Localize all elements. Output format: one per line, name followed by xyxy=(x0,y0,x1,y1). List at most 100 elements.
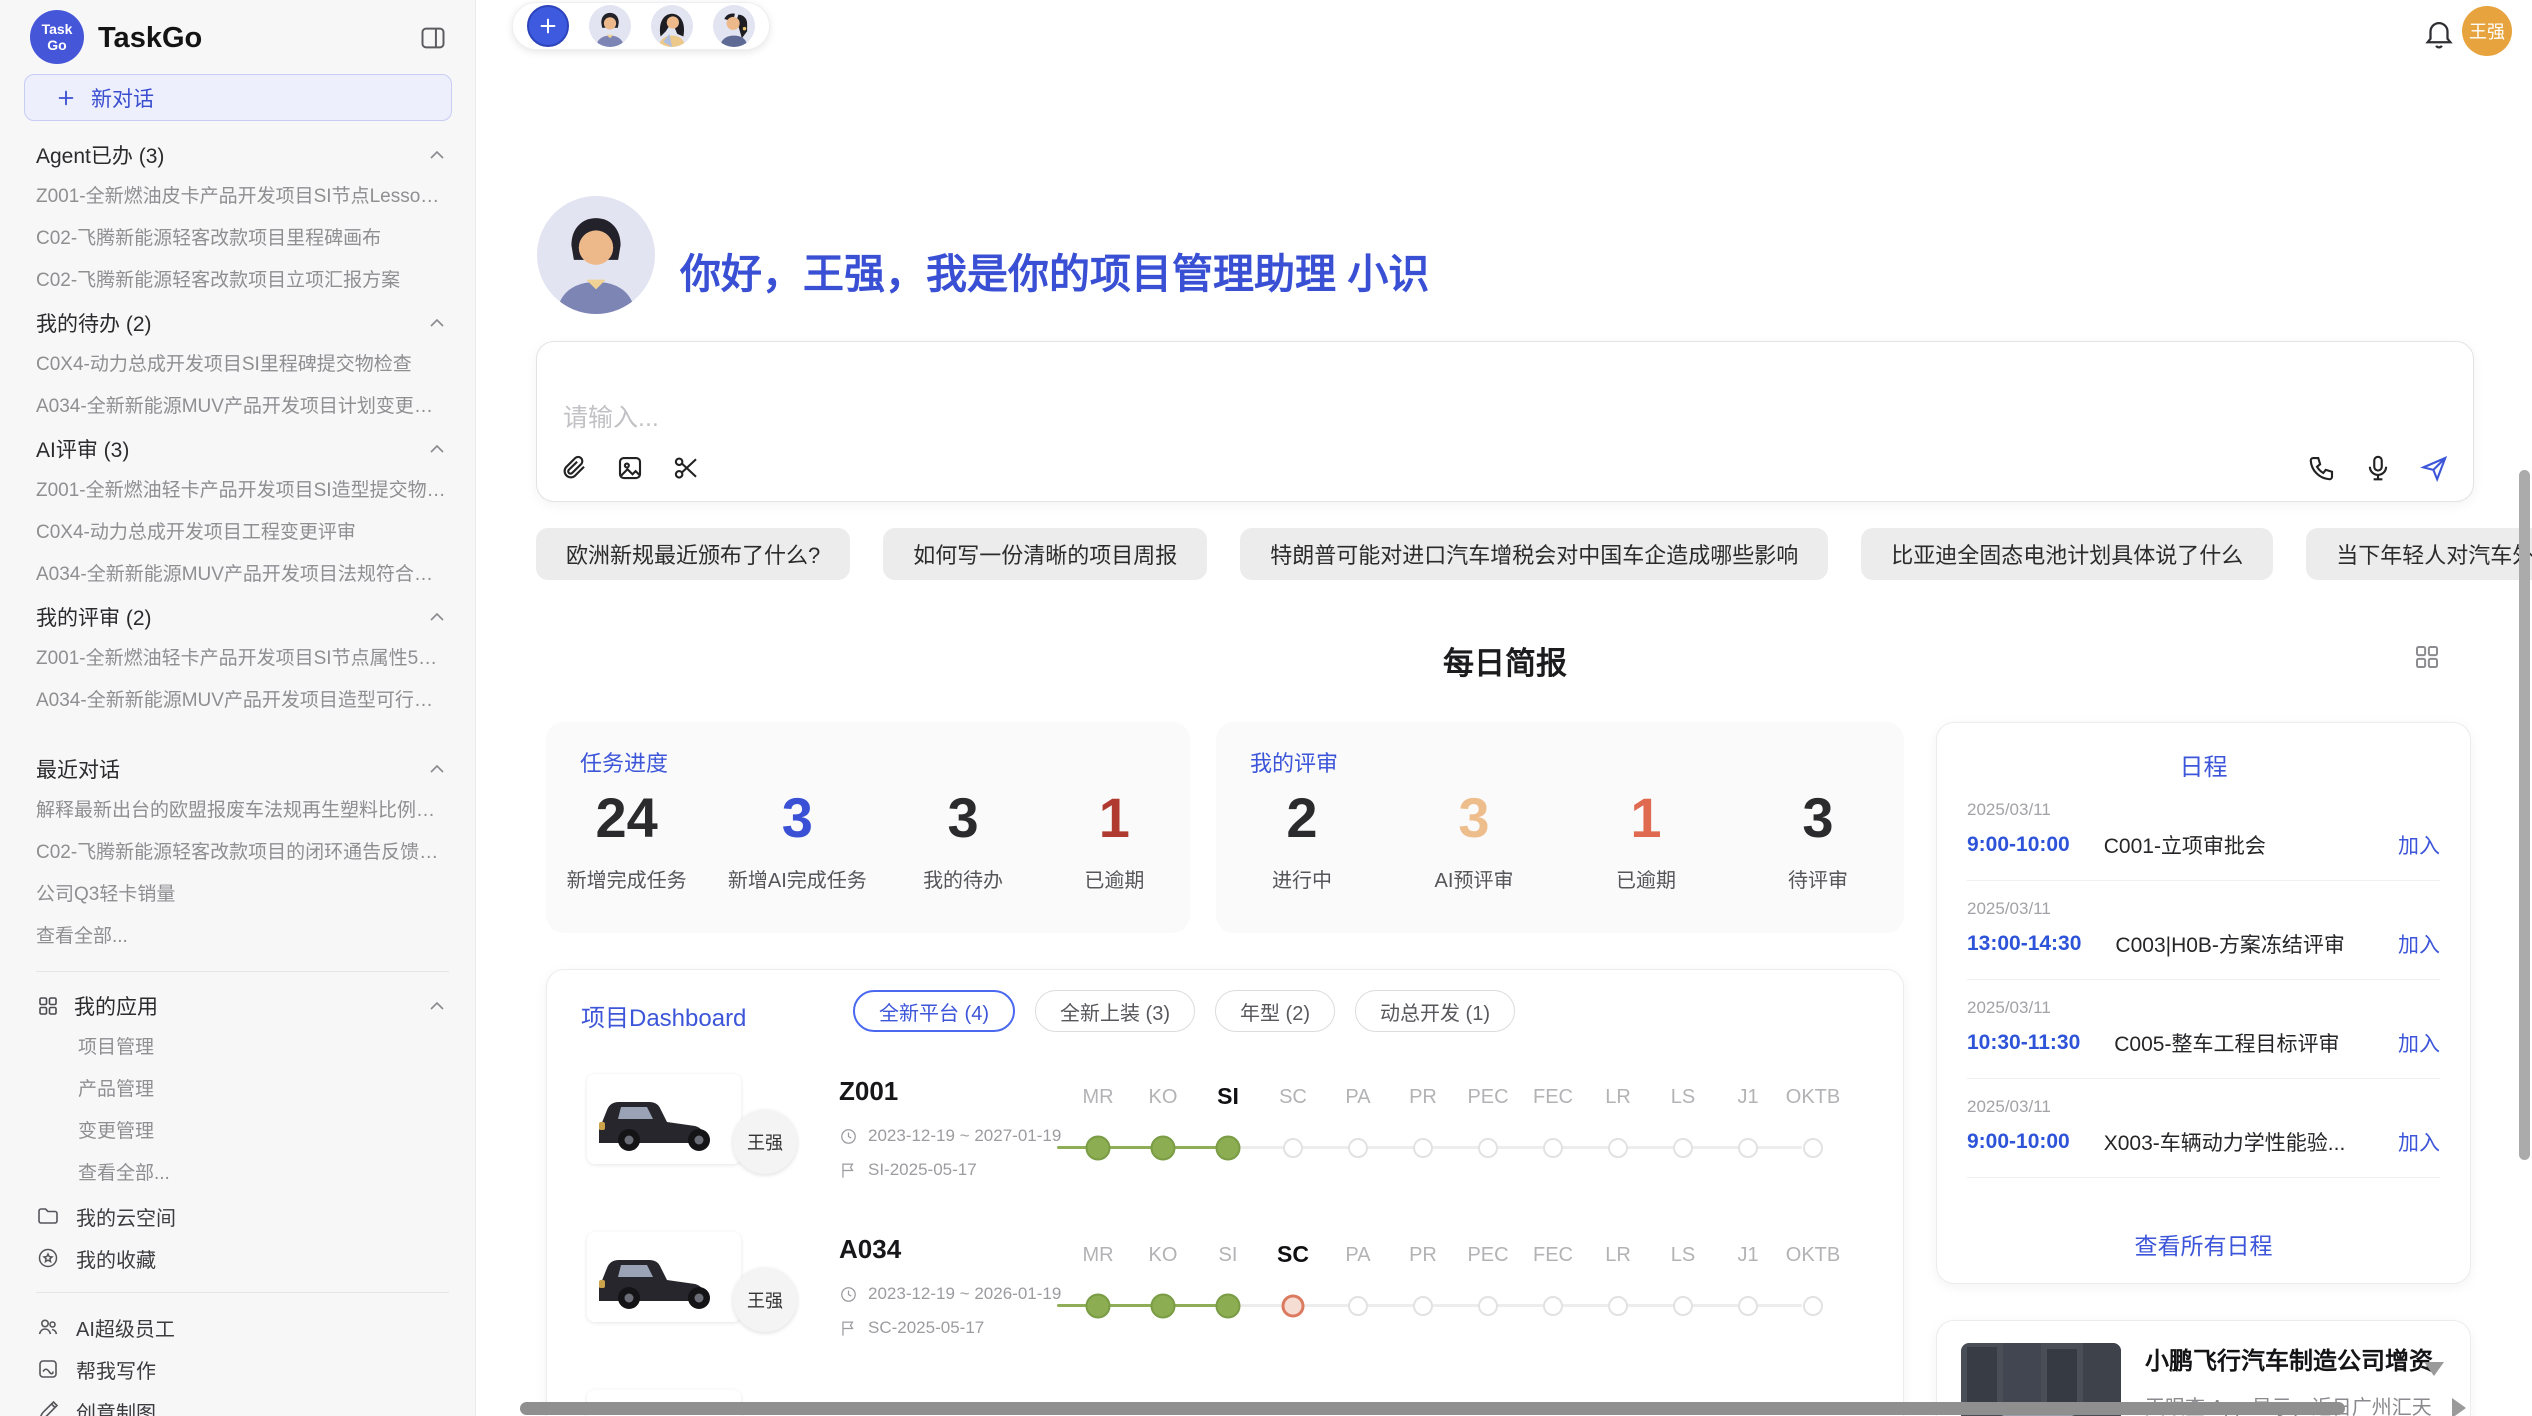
scroll-down-arrow-icon[interactable] xyxy=(2424,1362,2444,1376)
vertical-scrollbar[interactable] xyxy=(2519,470,2530,1160)
member-avatar[interactable] xyxy=(589,5,631,47)
view-all-recent-link[interactable]: 查看全部... xyxy=(36,916,449,958)
member-avatar[interactable] xyxy=(651,5,693,47)
sidebar-apps-header-label: 我的应用 xyxy=(36,991,425,1021)
stat-label: AI预评审 xyxy=(1419,864,1529,893)
suggestion-chip[interactable]: 特朗普可能对进口汽车增税会对中国车企造成哪些影响 xyxy=(1240,528,1828,580)
image-icon[interactable] xyxy=(615,453,645,483)
milestone-dot xyxy=(1738,1138,1758,1158)
sidebar-item[interactable]: C0X4-动力总成开发项目SI里程碑提交物检查 xyxy=(36,344,449,386)
stat-value: 3 xyxy=(908,790,1018,846)
dashboard-filter-chip[interactable]: 全新平台 (4) xyxy=(853,990,1015,1032)
new-chat-button[interactable]: 新对话 xyxy=(24,74,452,121)
sidebar-item-favorites[interactable]: 我的收藏 xyxy=(36,1237,449,1279)
layout-grid-icon[interactable] xyxy=(2412,642,2442,672)
join-link[interactable]: 加入 xyxy=(2398,929,2440,959)
sidebar-recent-header[interactable]: 最近对话 xyxy=(36,748,449,790)
stat-label: 进行中 xyxy=(1247,864,1357,893)
suggestion-chip[interactable]: 如何写一份清晰的项目周报 xyxy=(883,528,1207,580)
send-icon[interactable] xyxy=(2419,453,2449,483)
divider xyxy=(36,971,449,972)
new-session-button[interactable] xyxy=(527,5,569,47)
divider xyxy=(1967,979,2440,980)
schedule-event: 2025/03/1113:00-14:30C003|H0B-方案冻结评审加入 xyxy=(1967,899,2440,959)
notifications-bell-icon[interactable] xyxy=(2422,16,2456,50)
session-pillbar xyxy=(512,2,770,50)
app-item[interactable]: 变更管理 xyxy=(36,1111,449,1153)
join-link[interactable]: 加入 xyxy=(2398,1028,2440,1058)
sidebar-item[interactable]: A034-全新新能源MUV产品开发项目造型可行性评审 xyxy=(36,680,449,722)
recent-chat-item[interactable]: 公司Q3轻卡销量 xyxy=(36,874,449,916)
clock-icon xyxy=(839,1285,858,1304)
chevron-up-icon xyxy=(425,994,449,1018)
app-item[interactable]: 项目管理 xyxy=(36,1027,449,1069)
project-dashboard-card: 项目Dashboard 全新平台 (4)全新上装 (3)年型 (2)动总开发 (… xyxy=(546,969,1904,1416)
sidebar-section-header[interactable]: 我的评审 (2) xyxy=(36,596,449,638)
milestone-dot xyxy=(1413,1138,1433,1158)
suggestion-chip[interactable]: 比亚迪全固态电池计划具体说了什么 xyxy=(1861,528,2273,580)
stat-value: 2 xyxy=(1247,790,1357,846)
sidebar-tool[interactable]: 创意制图 xyxy=(36,1390,449,1416)
view-all-apps-link[interactable]: 查看全部... xyxy=(36,1153,449,1195)
project-row: 王强Z0012023-12-19 ~ 2027-01-19SI-2025-05-… xyxy=(547,1062,1903,1220)
event-date: 2025/03/11 xyxy=(1967,998,2440,1018)
sidebar-section-header-label: 我的待办 (2) xyxy=(36,308,425,338)
scissors-icon[interactable] xyxy=(671,453,701,483)
sidebar-item[interactable]: Z001-全新燃油皮卡产品开发项目SI节点Lesson Learn报告 xyxy=(36,176,449,218)
milestone-dot xyxy=(1348,1138,1368,1158)
mic-icon[interactable] xyxy=(2363,453,2393,483)
milestone-dot xyxy=(1803,1296,1823,1316)
project-flag-date: SI-2025-05-17 xyxy=(839,1160,977,1180)
event-name: C003|H0B-方案冻结评审 xyxy=(2115,929,2382,959)
sidebar-tool[interactable]: AI超级员工 xyxy=(36,1306,449,1348)
recent-chat-item[interactable]: 解释最新出台的欧盟报废车法规再生塑料比例被调至15%... xyxy=(36,790,449,832)
chevron-up-icon xyxy=(425,311,449,335)
sidebar-toggle-icon[interactable] xyxy=(419,24,447,52)
composer-actions xyxy=(2307,453,2449,483)
milestone-track-done xyxy=(1057,1146,1236,1149)
horizontal-scrollbar[interactable] xyxy=(520,1402,2345,1415)
sidebar-tool[interactable]: 帮我写作 xyxy=(36,1348,449,1390)
chat-composer[interactable]: 请输入... xyxy=(536,341,2474,502)
phone-icon[interactable] xyxy=(2307,453,2337,483)
sidebar-item[interactable]: A034-全新新能源MUV产品开发项目计划变更表编写 xyxy=(36,386,449,428)
dashboard-filter-chip[interactable]: 年型 (2) xyxy=(1215,990,1335,1032)
project-code: A034 xyxy=(839,1234,901,1265)
sidebar-item[interactable]: Z001-全新燃油轻卡产品开发项目SI造型提交物评审 xyxy=(36,470,449,512)
sidebar-item[interactable]: C02-飞腾新能源轻客改款项目立项汇报方案 xyxy=(36,260,449,302)
sidebar-item[interactable]: C0X4-动力总成开发项目工程变更评审 xyxy=(36,512,449,554)
app-item[interactable]: 产品管理 xyxy=(36,1069,449,1111)
paperclip-icon[interactable] xyxy=(559,453,589,483)
join-link[interactable]: 加入 xyxy=(2398,1127,2440,1157)
stat-value: 24 xyxy=(567,790,687,846)
suggestion-chip[interactable]: 当下年轻人对汽车外观有怎样的喜好趋势 xyxy=(2306,528,2532,580)
sidebar-section-header[interactable]: Agent已办 (3) xyxy=(36,134,449,176)
sidebar-apps-header[interactable]: 我的应用 xyxy=(36,985,449,1027)
user-avatar[interactable]: 王强 xyxy=(2462,6,2512,56)
sidebar-section-header-label: AI评审 (3) xyxy=(36,434,425,464)
milestone-dot xyxy=(1543,1296,1563,1316)
sidebar-item-cloud[interactable]: 我的云空间 xyxy=(36,1195,449,1237)
milestone-dot xyxy=(1673,1296,1693,1316)
member-avatar[interactable] xyxy=(713,5,755,47)
scroll-right-arrow-icon[interactable] xyxy=(2452,1398,2466,1416)
sidebar-item[interactable]: A034-全新新能源MUV产品开发项目法规符合性评审 xyxy=(36,554,449,596)
stat-item: 2 进行中 xyxy=(1247,790,1357,893)
dashboard-filter-chip[interactable]: 全新上装 (3) xyxy=(1035,990,1195,1032)
project-dates: 2023-12-19 ~ 2026-01-19 xyxy=(839,1284,1061,1304)
sidebar-section-header[interactable]: 我的待办 (2) xyxy=(36,302,449,344)
app-title: TaskGo xyxy=(98,22,202,55)
sidebar-section-header[interactable]: AI评审 (3) xyxy=(36,428,449,470)
milestone-dot xyxy=(1608,1138,1628,1158)
event-time: 9:00-10:00 xyxy=(1967,833,2070,857)
view-all-schedule-link[interactable]: 查看所有日程 xyxy=(1937,1227,2470,1261)
sidebar-item[interactable]: C02-飞腾新能源轻客改款项目里程碑画布 xyxy=(36,218,449,260)
suggestion-chip[interactable]: 欧洲新规最近颁布了什么? xyxy=(536,528,850,580)
chevron-up-icon xyxy=(425,437,449,461)
divider xyxy=(1967,1177,2440,1178)
sidebar-item[interactable]: Z001-全新燃油轻卡产品开发项目SI节点属性5D文件评审 xyxy=(36,638,449,680)
recent-chat-item[interactable]: C02-飞腾新能源轻客改款项目的闭环通告反馈情况 xyxy=(36,832,449,874)
join-link[interactable]: 加入 xyxy=(2398,830,2440,860)
dashboard-filter-chip[interactable]: 动总开发 (1) xyxy=(1355,990,1515,1032)
app-logo: Task Go xyxy=(30,10,84,64)
